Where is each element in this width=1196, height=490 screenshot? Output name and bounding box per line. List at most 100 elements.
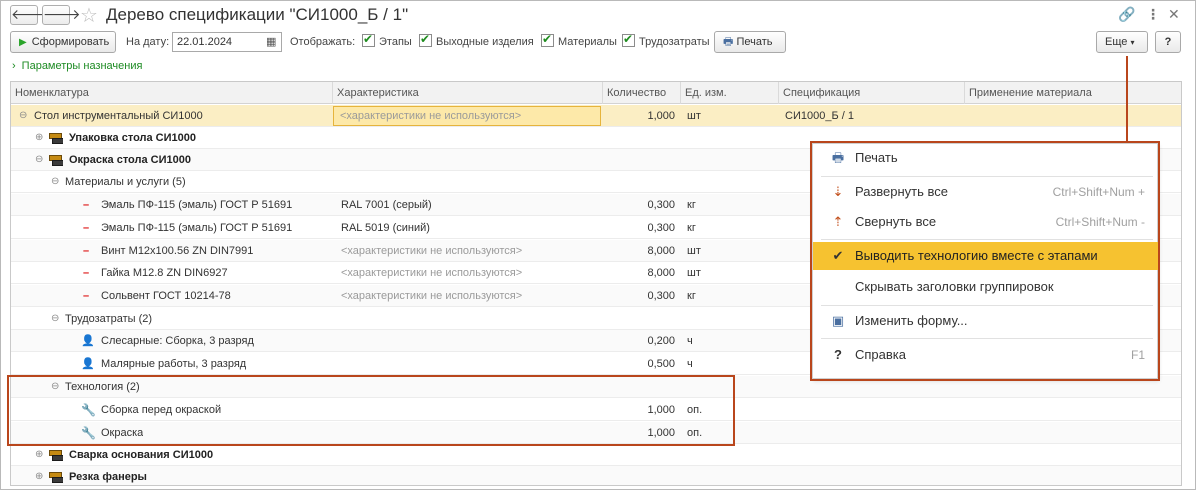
menu-item-label: Развернуть все bbox=[855, 184, 949, 199]
row-unit: кг bbox=[687, 199, 696, 211]
form-settings-icon: ▣ bbox=[831, 313, 845, 328]
column-header-characteristic[interactable]: Характеристика bbox=[333, 82, 603, 104]
row-characteristic[interactable]: <характеристики не используются> bbox=[333, 106, 601, 126]
row-characteristic: <характеристики не используются> bbox=[341, 267, 523, 279]
row-name: Слесарные: Сборка, 3 разряд bbox=[101, 335, 254, 347]
table-row[interactable]: 🔧 Сборка перед окраской 1,000 оп. bbox=[11, 399, 1181, 421]
play-icon: ▶ bbox=[19, 37, 27, 48]
column-header-quantity[interactable]: Количество bbox=[603, 82, 681, 104]
row-name: Сборка перед окраской bbox=[101, 404, 222, 416]
row-unit: кг bbox=[687, 222, 696, 234]
material-icon: – bbox=[83, 290, 90, 302]
row-quantity: 0,300 bbox=[647, 290, 675, 302]
output-products-label: Выходные изделия bbox=[436, 36, 534, 48]
column-header-nomenclature[interactable]: Номенклатура bbox=[11, 82, 333, 104]
menu-item-hide-group-headers[interactable]: Скрывать заголовки группировок bbox=[813, 273, 1159, 301]
table-row[interactable]: ⊖ Технология (2) bbox=[11, 376, 1181, 398]
menu-separator bbox=[821, 239, 1153, 240]
params-link[interactable]: › Параметры назначения bbox=[12, 60, 142, 72]
row-quantity: 8,000 bbox=[647, 267, 675, 279]
column-header-unit[interactable]: Ед. изм. bbox=[681, 82, 779, 104]
expand-icon[interactable]: ⊕ bbox=[35, 127, 43, 149]
arrow-right-icon: 🡒 bbox=[43, 6, 81, 22]
print-button[interactable]: 🖶 Печать bbox=[714, 31, 786, 53]
stages-label: Этапы bbox=[379, 36, 412, 48]
back-button[interactable]: 🡐 bbox=[10, 5, 49, 25]
expand-all-icon: ⇣ bbox=[832, 184, 844, 199]
row-quantity: 1,000 bbox=[647, 404, 675, 416]
collapse-all-icon: ⇡ bbox=[832, 214, 844, 229]
more-button[interactable]: Еще ▾ bbox=[1096, 31, 1148, 53]
checkmark-icon: ✔ bbox=[832, 248, 844, 263]
menu-separator bbox=[821, 305, 1153, 306]
menu-item-label: Скрывать заголовки группировок bbox=[855, 279, 1054, 294]
row-name: Окраска bbox=[101, 427, 144, 439]
menu-item-label: Свернуть все bbox=[855, 214, 937, 229]
help-icon: ? bbox=[834, 347, 842, 362]
table-row[interactable]: ⊕ Резка фанеры bbox=[11, 466, 1181, 485]
row-name: Сольвент ГОСТ 10214-78 bbox=[101, 290, 231, 302]
menu-item-shortcut: F1 bbox=[1130, 348, 1145, 362]
row-specification: СИ1000_Б / 1 bbox=[785, 110, 854, 122]
menu-item-shortcut: Ctrl+Shift+Num - bbox=[1055, 215, 1145, 229]
expand-icon[interactable]: ⊕ bbox=[35, 466, 43, 485]
row-name: Резка фанеры bbox=[69, 471, 147, 483]
row-name: Материалы и услуги (5) bbox=[65, 176, 186, 188]
more-vertical-icon[interactable]: ⋮ bbox=[1146, 6, 1160, 23]
row-unit: шт bbox=[687, 267, 701, 279]
chevron-right-icon: › bbox=[12, 60, 16, 72]
collapse-icon[interactable]: ⊖ bbox=[51, 376, 59, 398]
menu-item-expand-all[interactable]: ⇣ Развернуть все Ctrl+Shift+Num + bbox=[813, 178, 1159, 206]
table-row[interactable]: 🔧 Окраска 1,000 оп. bbox=[11, 422, 1181, 444]
table-header: Номенклатура Характеристика Количество Е… bbox=[11, 82, 1181, 104]
collapse-icon[interactable]: ⊖ bbox=[51, 308, 59, 330]
generate-button[interactable]: ▶ Сформировать bbox=[10, 31, 116, 53]
menu-item-print[interactable]: 🖶 Печать bbox=[813, 144, 1159, 172]
close-icon[interactable]: ✕ bbox=[1168, 6, 1180, 23]
row-characteristic: <характеристики не используются> bbox=[341, 245, 523, 257]
help-button[interactable]: ? bbox=[1155, 31, 1181, 53]
menu-item-label: Печать bbox=[855, 150, 898, 165]
stage-icon bbox=[49, 466, 63, 485]
row-unit: шт bbox=[687, 245, 701, 257]
calendar-icon[interactable]: ▦ bbox=[266, 35, 276, 48]
date-label: На дату: bbox=[126, 36, 170, 48]
menu-item-label: Изменить форму... bbox=[855, 313, 968, 328]
table-row[interactable]: ⊕ Сварка основания СИ1000 bbox=[11, 444, 1181, 466]
materials-checkbox[interactable] bbox=[541, 32, 554, 47]
labor-checkbox[interactable] bbox=[622, 32, 635, 47]
menu-item-change-form[interactable]: ▣ Изменить форму... bbox=[813, 307, 1159, 335]
row-name: Гайка М12.8 ZN DIN6927 bbox=[101, 267, 228, 279]
menu-item-show-technology-with-stages[interactable]: ✔ Выводить технологию вместе с этапами bbox=[813, 242, 1159, 270]
row-unit: ч bbox=[687, 358, 693, 370]
wrench-icon: 🔧 bbox=[81, 403, 96, 417]
collapse-icon[interactable]: ⊖ bbox=[51, 171, 59, 193]
row-unit: шт bbox=[687, 110, 701, 122]
output-products-checkbox[interactable] bbox=[419, 32, 432, 47]
link-icon[interactable]: 🔗 bbox=[1118, 6, 1135, 23]
expand-icon[interactable]: ⊕ bbox=[35, 444, 43, 466]
row-name: Малярные работы, 3 разряд bbox=[101, 358, 247, 370]
row-name: Трудозатраты (2) bbox=[65, 313, 153, 325]
column-header-specification[interactable]: Спецификация bbox=[779, 82, 965, 104]
row-name: Стол инструментальный СИ1000 bbox=[34, 110, 203, 122]
stage-icon bbox=[49, 444, 63, 466]
row-quantity: 0,500 bbox=[647, 358, 675, 370]
collapse-icon[interactable]: ⊖ bbox=[35, 149, 43, 171]
table-row[interactable]: ⊖ Стол инструментальный СИ1000 <характер… bbox=[11, 105, 1181, 127]
print-button-label: Печать bbox=[736, 36, 773, 48]
menu-item-label: Справка bbox=[855, 347, 906, 362]
command-bar: ▶ Сформировать На дату: ▦ Отображать: Эта… bbox=[0, 31, 1196, 55]
forward-button[interactable]: 🡒 bbox=[42, 5, 81, 25]
favorite-star-icon[interactable]: ☆ bbox=[80, 3, 98, 28]
stage-icon bbox=[49, 149, 63, 171]
generate-button-label: Сформировать bbox=[31, 36, 110, 48]
collapse-icon[interactable]: ⊖ bbox=[19, 105, 27, 127]
menu-item-collapse-all[interactable]: ⇡ Свернуть все Ctrl+Shift+Num - bbox=[813, 208, 1159, 236]
menu-item-help[interactable]: ? Справка F1 bbox=[813, 341, 1159, 369]
stages-checkbox[interactable] bbox=[362, 32, 375, 47]
column-header-material-application[interactable]: Применение материала bbox=[965, 82, 1181, 104]
labor-label: Трудозатраты bbox=[639, 36, 710, 48]
row-quantity: 0,300 bbox=[647, 199, 675, 211]
row-unit: ч bbox=[687, 335, 693, 347]
